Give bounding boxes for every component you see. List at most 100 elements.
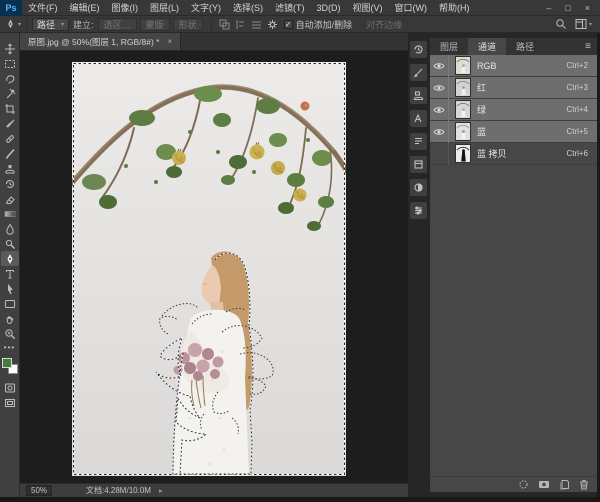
status-options-arrow-icon[interactable]: ▸	[159, 487, 163, 495]
gradient-tool[interactable]	[1, 206, 19, 221]
visibility-eye-icon[interactable]	[430, 99, 449, 121]
auto-add-delete-checkbox[interactable]: ✓	[284, 20, 293, 29]
menu-3d[interactable]: 3D(D)	[311, 0, 347, 16]
close-button[interactable]: ×	[585, 0, 590, 16]
visibility-eye-icon[interactable]	[430, 77, 449, 99]
tool-options-bar: ▾ 路径 ▾ 建立: 选区… 蒙版 形状 ✓ 自动添加/删除 对齐边缘 ▾	[0, 16, 600, 33]
visibility-eye-empty[interactable]	[430, 143, 449, 165]
path-alignment-icon[interactable]	[234, 18, 248, 30]
quick-mask-button[interactable]	[1, 380, 19, 395]
channel-thumbnail[interactable]	[456, 145, 470, 162]
tool-preset-picker[interactable]: ▾	[0, 18, 21, 30]
channel-thumbnail[interactable]	[456, 101, 470, 118]
auto-add-delete-label: 自动添加/删除	[296, 18, 353, 31]
photoshop-logo: Ps	[0, 0, 22, 16]
screen-mode-button[interactable]	[1, 395, 19, 410]
menu-filter[interactable]: 滤镜(T)	[269, 0, 311, 16]
visibility-eye-icon[interactable]	[430, 55, 449, 77]
make-shape-button[interactable]: 形状	[173, 18, 203, 31]
rectangular-marquee-tool[interactable]	[1, 56, 19, 71]
character-panel-icon[interactable]	[410, 110, 427, 127]
color-swatches[interactable]	[2, 358, 18, 374]
path-arrangement-icon[interactable]	[250, 18, 264, 30]
crop-tool[interactable]	[1, 101, 19, 116]
move-tool[interactable]	[1, 41, 19, 56]
channel-name: 蓝 拷贝	[477, 147, 566, 160]
zoom-tool[interactable]	[1, 326, 19, 341]
save-selection-as-channel-icon[interactable]	[538, 479, 550, 490]
channel-name: 蓝	[477, 125, 566, 138]
hand-tool[interactable]	[1, 311, 19, 326]
new-channel-icon[interactable]	[559, 479, 570, 490]
chevron-down-icon: ▾	[18, 21, 21, 28]
search-icon[interactable]	[555, 18, 567, 30]
canvas-viewport[interactable]	[20, 51, 408, 483]
menu-file[interactable]: 文件(F)	[22, 0, 64, 16]
menu-image[interactable]: 图像(I)	[106, 0, 145, 16]
photo-document[interactable]	[72, 62, 346, 476]
dodge-tool[interactable]	[1, 236, 19, 251]
history-panel-icon[interactable]	[410, 41, 427, 58]
load-selection-icon[interactable]	[518, 479, 529, 490]
libraries-panel-icon[interactable]	[410, 156, 427, 173]
horizontal-type-tool[interactable]	[1, 266, 19, 281]
quick-selection-tool[interactable]	[1, 86, 19, 101]
channel-thumbnail[interactable]	[456, 57, 470, 74]
edit-toolbar-ellipsis[interactable]: •••	[4, 343, 15, 352]
path-selection-tool[interactable]	[1, 281, 19, 296]
tool-mode-select[interactable]: 路径 ▾	[32, 18, 69, 31]
channel-row-blue[interactable]: 蓝 Ctrl+5	[430, 121, 597, 143]
history-brush-tool[interactable]	[1, 176, 19, 191]
channel-thumbnail[interactable]	[456, 79, 470, 96]
paragraph-panel-icon[interactable]	[410, 133, 427, 150]
adjustments-panel-icon[interactable]	[410, 179, 427, 196]
shape-tool[interactable]	[1, 296, 19, 311]
canvas-area: 原图.jpg @ 50%(图层 1, RGB/8#) * ×	[20, 33, 408, 497]
menu-select[interactable]: 选择(S)	[227, 0, 269, 16]
zoom-level-field[interactable]: 50%	[26, 485, 52, 496]
workspace-switcher-icon[interactable]: ▾	[575, 18, 592, 30]
brush-tool[interactable]	[1, 146, 19, 161]
channel-row-blue-copy[interactable]: 蓝 拷贝 Ctrl+6	[430, 143, 597, 165]
channel-row-red[interactable]: 红 Ctrl+3	[430, 77, 597, 99]
blur-tool[interactable]	[1, 221, 19, 236]
clone-stamp-tool[interactable]	[1, 161, 19, 176]
foreground-color-swatch[interactable]	[2, 358, 12, 368]
path-operations-icon[interactable]	[218, 18, 232, 30]
menu-edit[interactable]: 编辑(E)	[64, 0, 106, 16]
window-bottom-edge	[0, 497, 600, 502]
pen-tool[interactable]	[1, 251, 19, 266]
menu-type[interactable]: 文字(Y)	[185, 0, 227, 16]
tab-layers[interactable]: 图层	[430, 38, 468, 55]
tab-paths[interactable]: 路径	[506, 38, 544, 55]
panel-menu-icon[interactable]: ≡	[579, 38, 597, 55]
menu-view[interactable]: 视图(V)	[347, 0, 389, 16]
visibility-eye-icon[interactable]	[430, 121, 449, 143]
make-selection-button[interactable]: 选区…	[98, 18, 137, 31]
delete-channel-icon[interactable]	[579, 479, 589, 490]
channel-thumbnail[interactable]	[456, 123, 470, 140]
channel-shortcut: Ctrl+3	[566, 83, 597, 92]
minimize-button[interactable]: –	[546, 0, 551, 16]
align-edges-label: 对齐边缘	[366, 18, 402, 31]
menu-help[interactable]: 帮助(H)	[433, 0, 476, 16]
make-mask-button[interactable]: 蒙版	[140, 18, 170, 31]
channel-row-green[interactable]: 绿 Ctrl+4	[430, 99, 597, 121]
gear-icon[interactable]	[266, 18, 280, 30]
menu-window[interactable]: 窗口(W)	[389, 0, 434, 16]
clone-source-panel-icon[interactable]	[410, 87, 427, 104]
eyedropper-tool[interactable]	[1, 116, 19, 131]
tab-channels[interactable]: 通道	[468, 38, 506, 55]
eraser-tool[interactable]	[1, 191, 19, 206]
restore-button[interactable]: □	[565, 0, 570, 16]
menu-bar: Ps 文件(F) 编辑(E) 图像(I) 图层(L) 文字(Y) 选择(S) 滤…	[0, 0, 600, 16]
document-tab[interactable]: 原图.jpg @ 50%(图层 1, RGB/8#) * ×	[20, 33, 181, 50]
properties-panel-icon[interactable]	[410, 202, 427, 219]
channel-row-rgb[interactable]: RGB Ctrl+2	[430, 55, 597, 77]
tools-panel: •••	[0, 33, 20, 497]
brush-settings-panel-icon[interactable]	[410, 64, 427, 81]
spot-healing-brush-tool[interactable]	[1, 131, 19, 146]
tab-close-icon[interactable]: ×	[167, 37, 172, 46]
menu-layer[interactable]: 图层(L)	[144, 0, 185, 16]
lasso-tool[interactable]	[1, 71, 19, 86]
